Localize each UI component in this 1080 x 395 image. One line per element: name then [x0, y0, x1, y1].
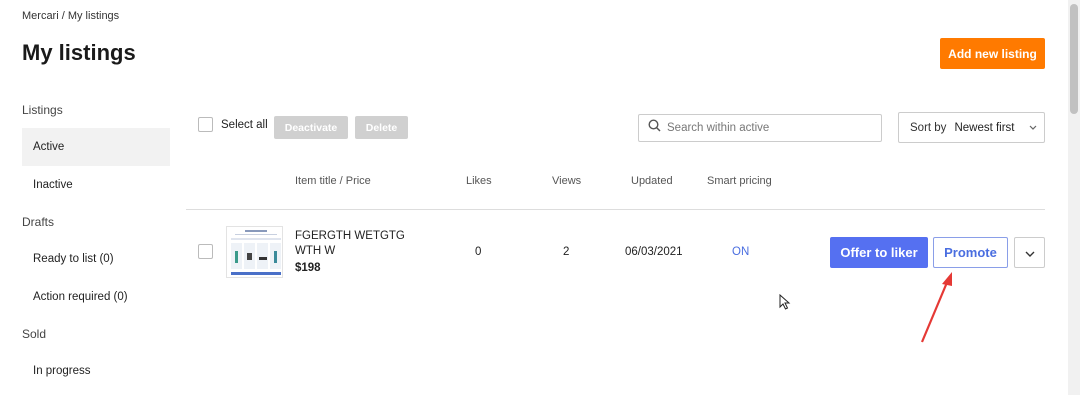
select-all[interactable]: Select all [198, 117, 268, 132]
item-likes: 0 [475, 246, 482, 258]
header-item-title-price: Item title / Price [295, 175, 371, 187]
sort-label: Sort by [910, 121, 947, 134]
item-title[interactable]: FGERGTH WETGTG WTH W [295, 229, 415, 259]
item-smart-pricing-status[interactable]: ON [732, 246, 749, 258]
sidebar: Listings Active Inactive Drafts Ready to… [22, 92, 170, 390]
header-updated: Updated [631, 175, 673, 187]
sidebar-section-listings: Listings [22, 103, 63, 117]
promote-button[interactable]: Promote [933, 237, 1008, 268]
more-actions-button[interactable] [1014, 237, 1045, 268]
sidebar-item-action-required[interactable]: Action required (0) [22, 278, 170, 316]
sidebar-item-active[interactable]: Active [22, 128, 170, 166]
delete-button[interactable]: Delete [355, 116, 408, 139]
sort-value: Newest first [954, 121, 1015, 134]
header-views: Views [552, 175, 582, 187]
header-smart-pricing: Smart pricing [707, 175, 772, 187]
select-all-label: Select all [221, 118, 268, 131]
chevron-down-icon [1025, 245, 1035, 260]
deactivate-button[interactable]: Deactivate [274, 116, 348, 139]
scrollbar[interactable] [1068, 0, 1080, 395]
chevron-down-icon [1029, 122, 1037, 133]
select-all-checkbox[interactable] [198, 117, 213, 132]
search-icon [648, 119, 661, 137]
breadcrumb: Mercari / My listings [22, 10, 120, 22]
search-input[interactable]: Search within active [638, 114, 882, 142]
item-thumbnail[interactable] [226, 226, 283, 278]
sidebar-section-drafts: Drafts [22, 215, 55, 229]
scrollbar-thumb[interactable] [1070, 4, 1078, 114]
sidebar-item-inactive[interactable]: Inactive [22, 166, 170, 204]
red-arrow-annotation [900, 270, 960, 355]
page-title: My listings [22, 40, 136, 65]
add-new-listing-button[interactable]: Add new listing [940, 38, 1045, 69]
item-updated: 06/03/2021 [625, 246, 683, 258]
sort-dropdown[interactable]: Sort by Newest first [898, 112, 1045, 143]
search-placeholder: Search within active [667, 122, 770, 134]
item-price: $198 [295, 262, 321, 274]
offer-to-liker-button[interactable]: Offer to liker [830, 237, 928, 268]
header-likes: Likes [466, 175, 492, 187]
sidebar-item-ready-to-list[interactable]: Ready to list (0) [22, 240, 170, 278]
sidebar-item-in-progress[interactable]: In progress [22, 352, 170, 390]
table-divider [186, 209, 1045, 210]
mouse-cursor-icon [779, 293, 791, 315]
item-views: 2 [563, 246, 570, 258]
sidebar-section-sold: Sold [22, 327, 47, 341]
row-checkbox[interactable] [198, 244, 213, 259]
